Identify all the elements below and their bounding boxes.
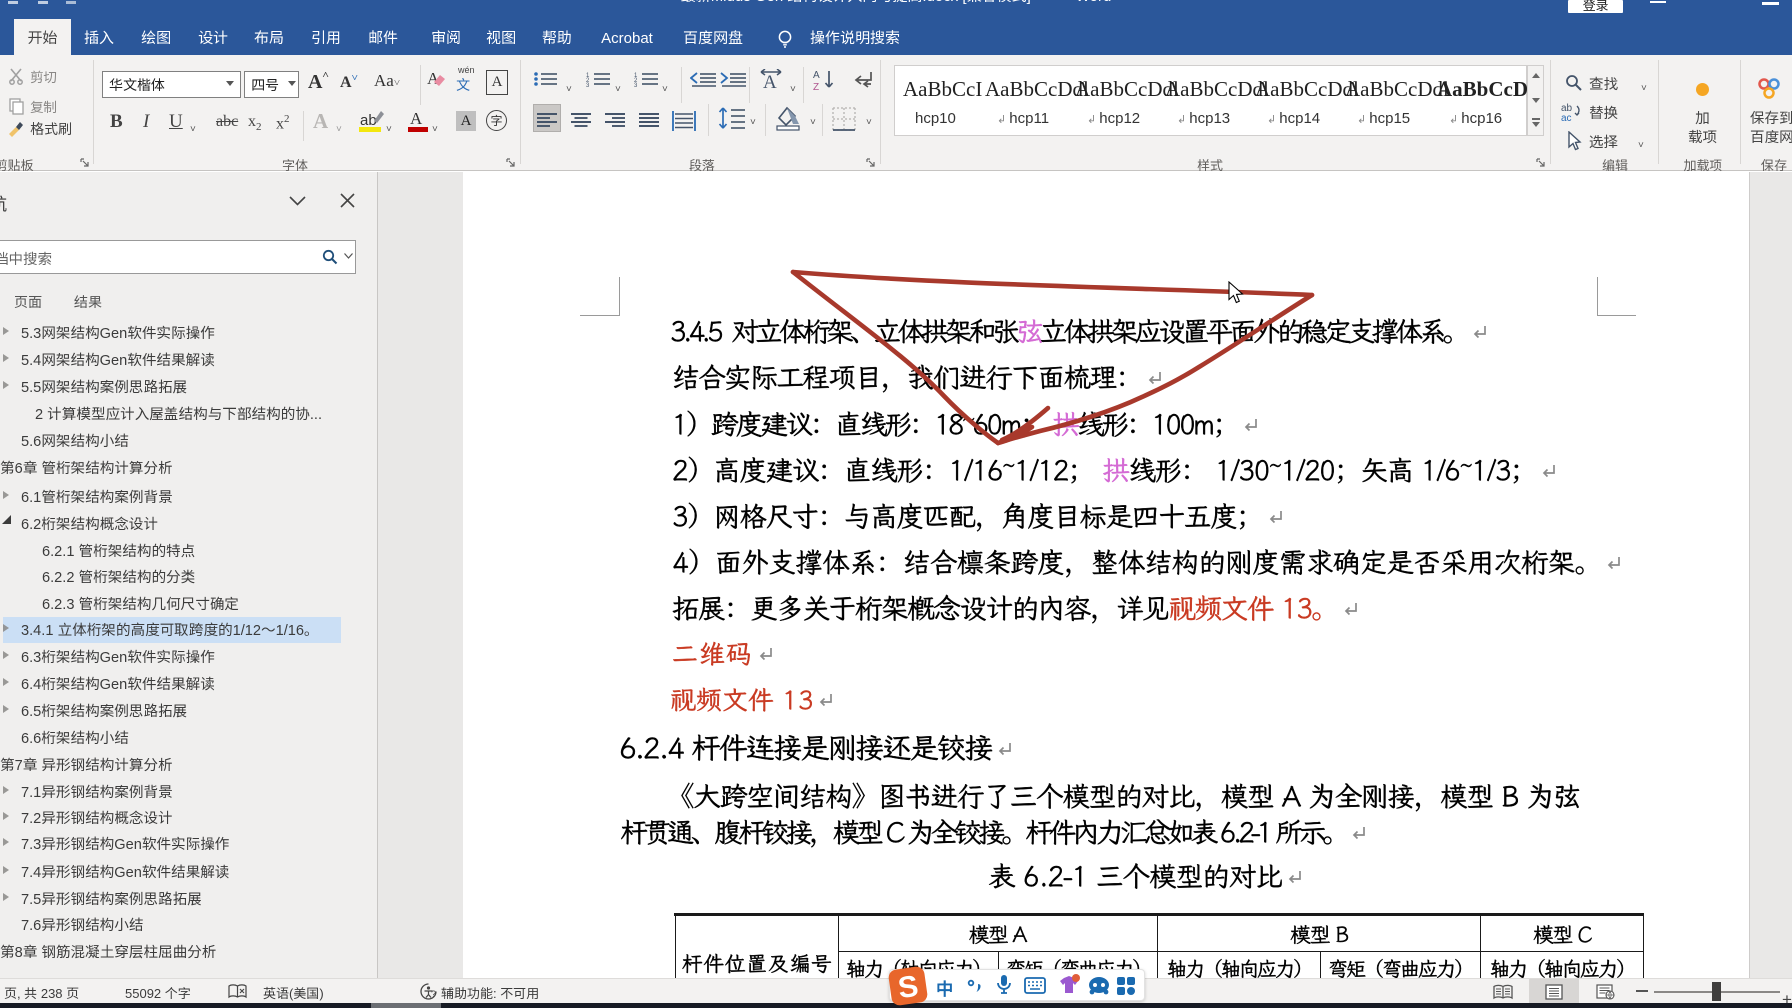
svg-text:3: 3 [634, 80, 638, 88]
svg-text:3: 3 [586, 80, 590, 88]
svg-text:Z: Z [813, 78, 819, 92]
svg-text:ac: ac [1561, 109, 1572, 122]
svg-text:?: ? [431, 987, 436, 1000]
